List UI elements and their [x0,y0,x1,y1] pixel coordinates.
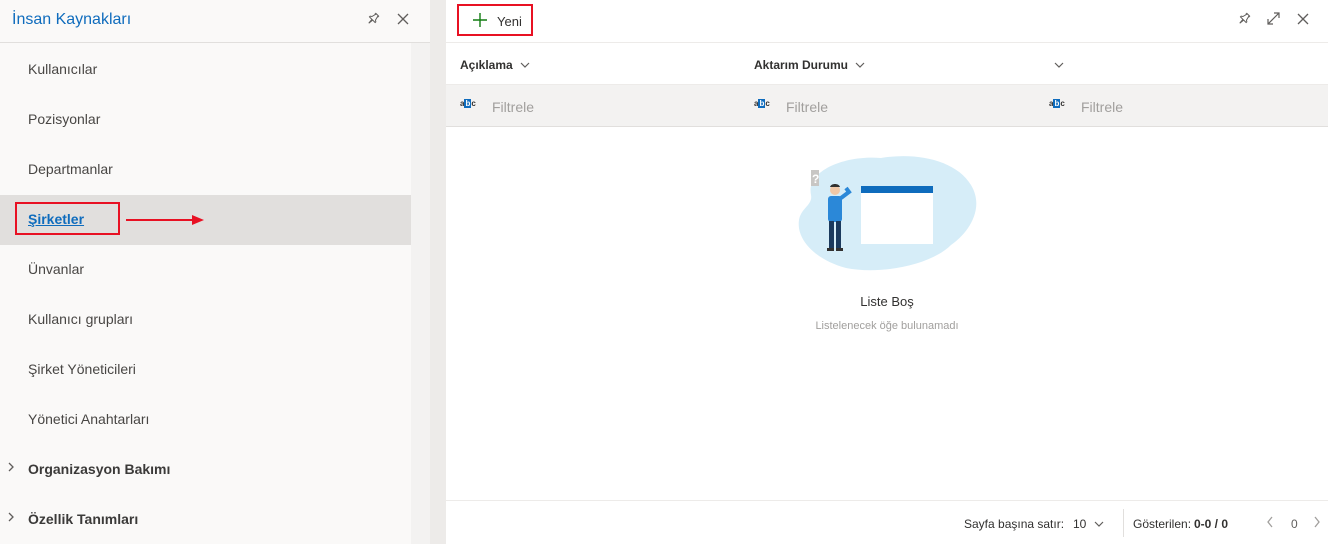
rows-per-page-select[interactable]: 10 [1073,517,1104,531]
chevron-down-icon [1054,61,1064,72]
filter-input-aciklama[interactable] [492,98,712,116]
svg-text:?: ? [812,172,819,186]
sidebar-item-label: Şirket Yöneticileri [28,361,136,377]
pin-icon[interactable] [1235,12,1253,30]
chevron-left-icon[interactable] [1266,515,1274,531]
filter-input-aktarim-durumu[interactable] [786,98,1006,116]
new-button-label: Yeni [497,14,522,29]
sidebar-item-label: Pozisyonlar [28,111,101,127]
abc-text-icon: abc [754,99,770,108]
sidebar-group-organizasyon-bakimi[interactable]: Organizasyon Bakımı [0,445,411,495]
page-number: 0 [1291,517,1298,531]
rows-per-page-value: 10 [1073,517,1087,531]
column-header-label: Aktarım Durumu [754,58,849,72]
chevron-down-icon [520,61,530,72]
abc-text-icon: abc [1049,99,1065,108]
sidebar-item-label: Özellik Tanımları [28,511,139,527]
left-panel-title: İnsan Kaynakları [12,11,132,28]
pin-icon[interactable] [364,12,382,30]
add-icon [472,9,488,33]
close-icon[interactable] [1294,12,1312,30]
rows-per-page-label: Sayfa başına satır: [964,517,1065,531]
sidebar-item-kullanici-gruplari[interactable]: Kullanıcı grupları [0,295,411,345]
main-panel: Yeni Açıklama Aktarım Durumu abc Filtrel… [446,0,1328,544]
sidebar-item-label: Kullanıcılar [28,61,98,77]
abc-text-icon: abc [460,99,476,108]
sidebar-item-label: Yönetici Anahtarları [28,411,150,427]
close-icon[interactable] [394,12,412,30]
column-header-aciklama[interactable]: Açıklama [460,58,530,72]
filter-input-3[interactable] [1081,98,1301,116]
sidebar-item-label: Kullanıcı grupları [28,311,134,327]
sidebar-item-label: Departmanlar [28,161,113,177]
showing-label: Gösterilen: [1133,517,1192,531]
sidebar-item-sirket-yoneticileri[interactable]: Şirket Yöneticileri [0,345,411,395]
chevron-right-icon[interactable] [1313,515,1321,531]
sidebar-item-label: Organizasyon Bakımı [28,461,171,477]
left-panel: İnsan Kaynakları Kullanıcılar Pozisyonla… [0,0,430,544]
column-header-row: Açıklama Aktarım Durumu [446,43,1328,85]
empty-state-title: Liste Boş [860,294,914,309]
empty-state-subtitle: Listelenecek öğe bulunamadı [815,320,959,332]
sidebar-item-label: Ünvanlar [28,261,85,277]
chevron-down-icon [1094,517,1104,531]
sidebar-item-unvanlar[interactable]: Ünvanlar [0,245,411,295]
sidebar-item-pozisyonlar[interactable]: Pozisyonlar [0,95,411,145]
sidebar-item-yonetici-anahtarlari[interactable]: Yönetici Anahtarları [0,395,411,445]
chevron-down-icon [855,61,865,72]
column-header-label: Açıklama [460,58,513,72]
sidebar-group-ozellik-tanimlari[interactable]: Özellik Tanımları [0,495,411,544]
sidebar-scrollbar-track[interactable] [411,43,430,544]
column-header-3[interactable] [1050,58,1064,72]
sidebar-item-kullanicilar[interactable]: Kullanıcılar [0,45,411,95]
footer-divider [1123,509,1124,537]
filter-row: abc abc abc [446,85,1328,127]
panel-divider [430,0,446,544]
chevron-right-icon [7,462,15,475]
chevron-right-icon [7,512,15,525]
annotation-arrow-icon [126,215,204,225]
expand-icon[interactable] [1264,12,1282,30]
showing-value: 0-0 / 0 [1194,517,1229,531]
table-footer: Sayfa başına satır: 10 Gösterilen: 0-0 /… [446,500,1328,544]
empty-list-illustration: ? [798,156,977,271]
column-header-aktarim-durumu[interactable]: Aktarım Durumu [754,58,865,72]
toolbar: Yeni [446,0,1328,43]
new-button[interactable]: Yeni [457,4,533,36]
annotation-highlight-box [15,202,120,235]
sidebar-item-departmanlar[interactable]: Departmanlar [0,145,411,195]
left-panel-header: İnsan Kaynakları [0,0,430,43]
